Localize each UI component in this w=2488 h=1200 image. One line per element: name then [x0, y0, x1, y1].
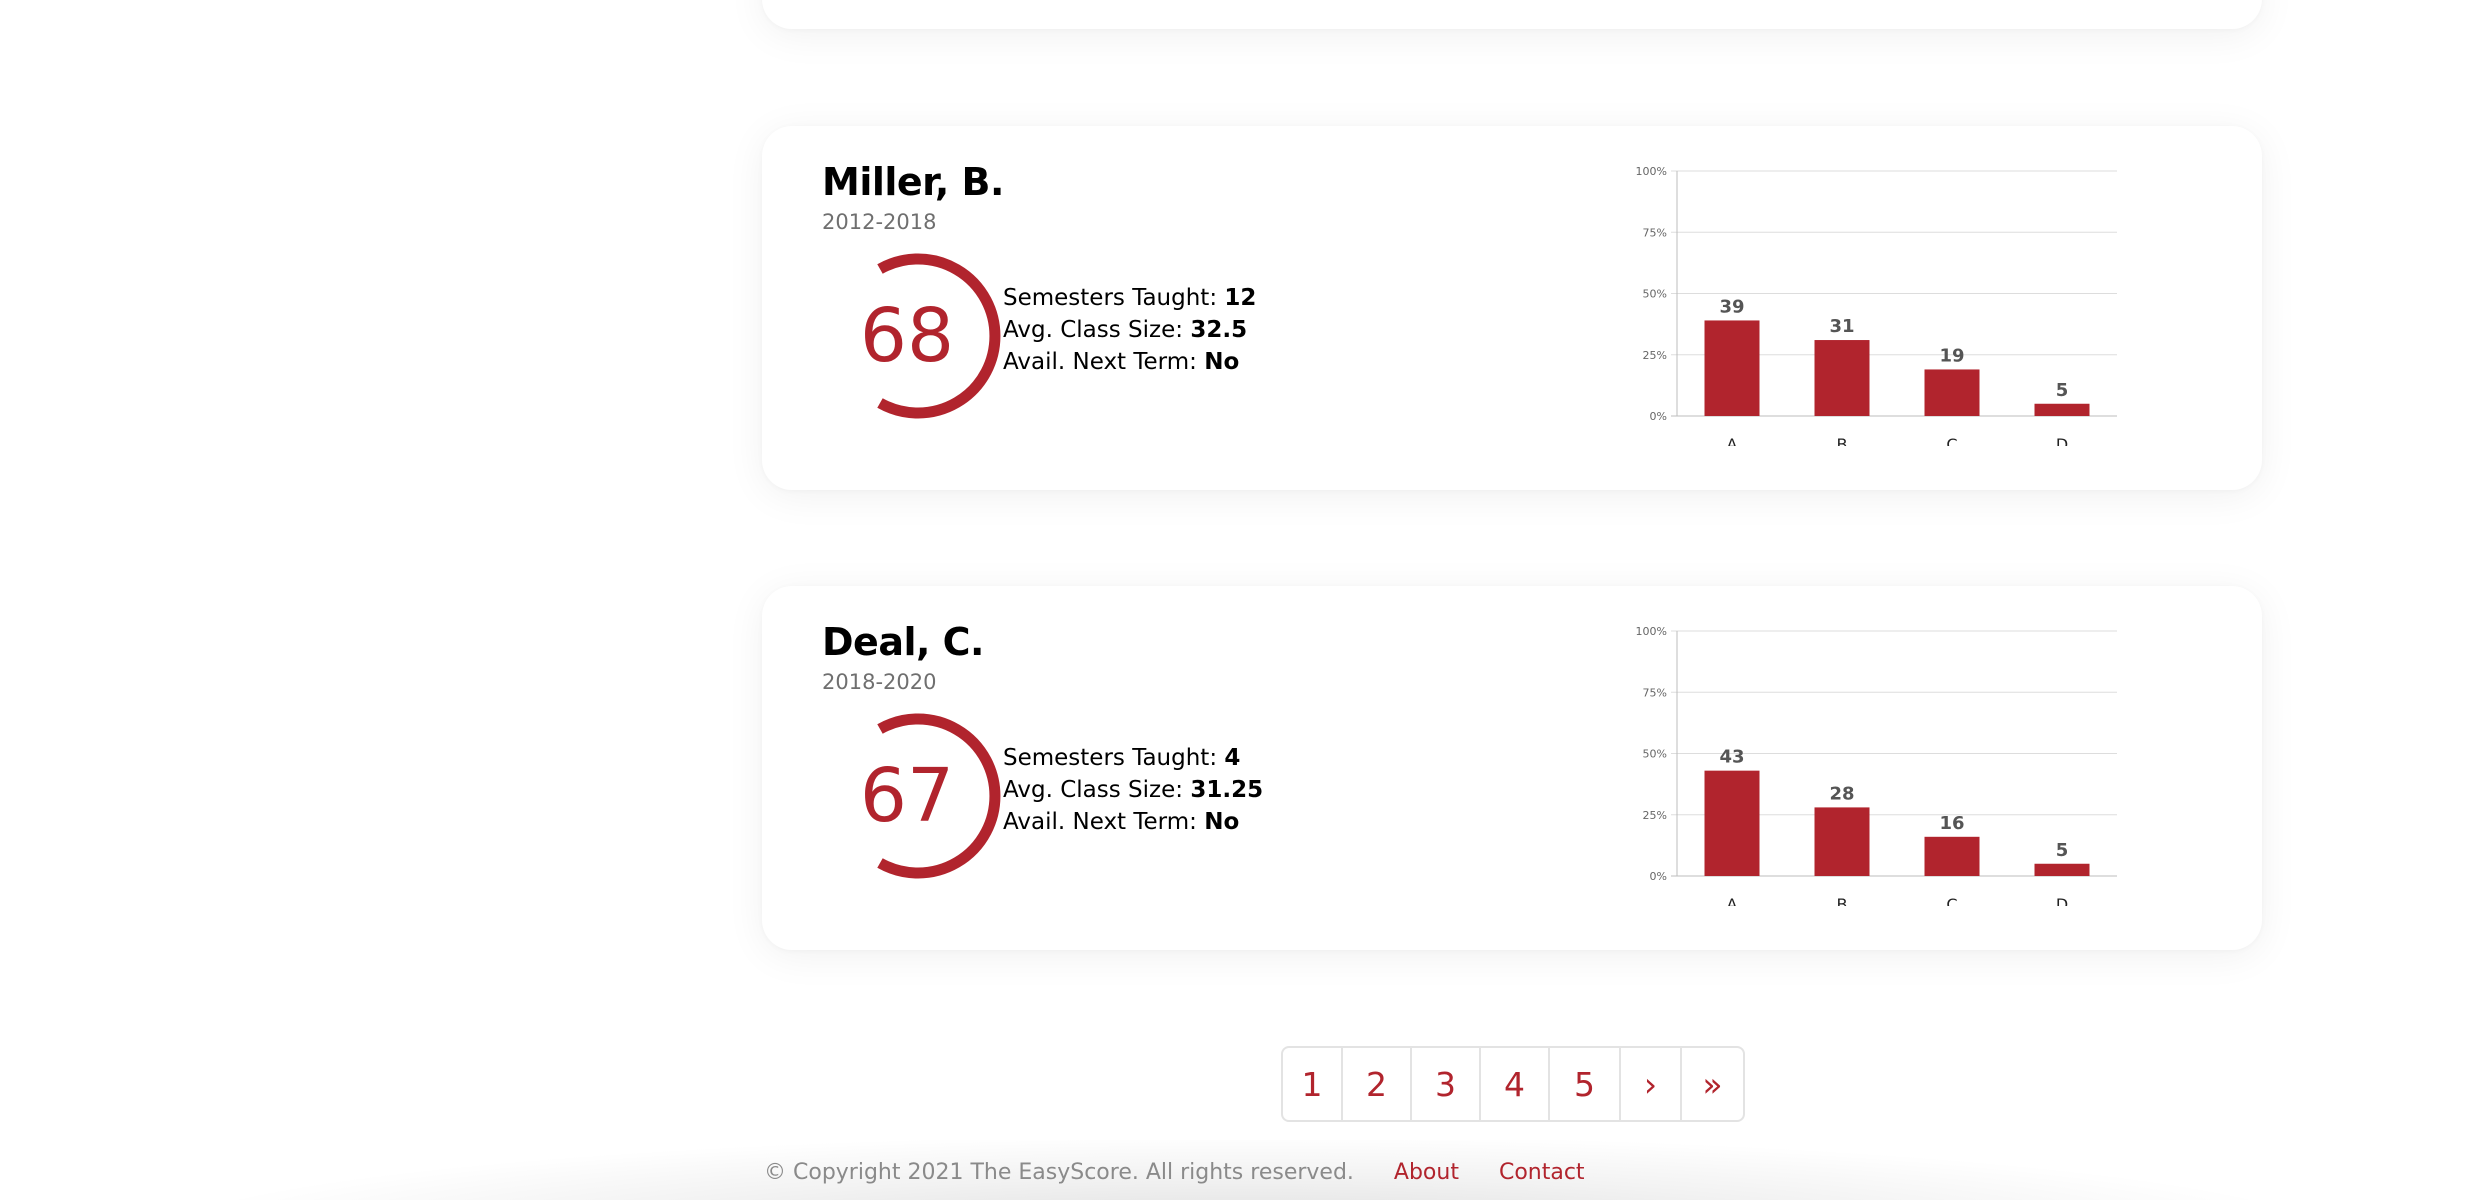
professor-card: Miller, B. 2012-2018 68 Semesters Taught… [762, 126, 2262, 490]
y-tick-label: 50% [1643, 288, 1667, 301]
grade-distribution-chart: 0% 25% 50% 75% 100% 43 A 28 B 16 C 5 D [1636, 625, 2117, 906]
stat-class-size-label: Avg. Class Size: [1003, 777, 1184, 803]
x-tick-label: C [1946, 435, 1957, 446]
stat-availability-label: Avail. Next Term: [1003, 809, 1197, 835]
professor-stats: Semesters Taught: 12 Avg. Class Size: 32… [1003, 282, 1256, 378]
bar-value-label: 31 [1829, 316, 1854, 337]
grade-distribution-chart: 0% 25% 50% 75% 100% 39 A 31 B 19 C 5 D [1636, 165, 2117, 446]
page-button-2[interactable]: 2 [1341, 1048, 1410, 1120]
easyscore-value: 68 [859, 293, 955, 379]
next-page-button[interactable]: › [1619, 1048, 1680, 1120]
contact-link[interactable]: Contact [1499, 1160, 1585, 1185]
y-tick-label: 75% [1643, 686, 1667, 699]
y-tick-label: 100% [1636, 625, 1667, 638]
bar-value-label: 5 [2056, 840, 2069, 861]
stat-semesters: Semesters Taught: 12 [1003, 282, 1256, 314]
stat-semesters-value: 12 [1224, 285, 1257, 311]
professor-years: 2018-2020 [822, 670, 937, 694]
x-tick-label: C [1946, 895, 1957, 906]
bar-d [2034, 403, 2090, 416]
y-tick-label: 75% [1643, 226, 1667, 239]
stat-availability: Avail. Next Term: No [1003, 806, 1263, 838]
stat-semesters: Semesters Taught: 4 [1003, 742, 1263, 774]
page-button-1[interactable]: 1 [1283, 1048, 1341, 1120]
page-button-3[interactable]: 3 [1410, 1048, 1479, 1120]
y-tick-label: 25% [1643, 349, 1667, 362]
bar-value-label: 39 [1719, 296, 1744, 317]
x-tick-label: D [2056, 895, 2068, 906]
y-tick-label: 25% [1643, 809, 1667, 822]
last-page-button[interactable]: » [1680, 1048, 1743, 1120]
easyscore-value: 67 [859, 753, 955, 839]
page-button-4[interactable]: 4 [1479, 1048, 1548, 1120]
professor-years: 2012-2018 [822, 210, 937, 234]
stat-availability-label: Avail. Next Term: [1003, 349, 1197, 375]
x-tick-label: B [1837, 895, 1848, 906]
stat-semesters-value: 4 [1224, 745, 1241, 771]
y-tick-label: 0% [1650, 870, 1667, 883]
professor-name[interactable]: Deal, C. [822, 620, 984, 664]
stat-availability-value: No [1204, 809, 1240, 835]
stat-class-size: Avg. Class Size: 32.5 [1003, 314, 1256, 346]
stat-class-size-value: 32.5 [1190, 317, 1248, 343]
bar-b [1814, 807, 1870, 876]
stat-availability: Avail. Next Term: No [1003, 346, 1256, 378]
bar-value-label: 16 [1939, 813, 1964, 834]
copyright-text: © Copyright 2021 The EasyScore. All righ… [764, 1160, 1354, 1185]
bar-a [1704, 320, 1760, 416]
professor-card: Deal, C. 2018-2020 67 Semesters Taught: … [762, 586, 2262, 950]
stat-class-size-value: 31.25 [1190, 777, 1264, 803]
page-button-5[interactable]: 5 [1548, 1048, 1619, 1120]
bar-b [1814, 340, 1870, 416]
stat-class-size: Avg. Class Size: 31.25 [1003, 774, 1263, 806]
bar-value-label: 5 [2056, 380, 2069, 401]
pagination: 1 2 3 4 5 › » [1281, 1046, 1745, 1122]
bar-a [1704, 770, 1760, 876]
footer: © Copyright 2021 The EasyScore. All righ… [764, 1160, 1585, 1185]
x-tick-label: A [1727, 435, 1738, 446]
professor-card-previous [762, 0, 2262, 29]
x-tick-label: D [2056, 435, 2068, 446]
y-tick-label: 100% [1636, 165, 1667, 178]
bar-c [1924, 836, 1980, 876]
bar-value-label: 43 [1719, 747, 1744, 768]
y-tick-label: 50% [1643, 748, 1667, 761]
stat-availability-value: No [1204, 349, 1240, 375]
x-tick-label: B [1837, 435, 1848, 446]
bar-d [2034, 863, 2090, 876]
bar-value-label: 28 [1829, 783, 1854, 804]
stat-class-size-label: Avg. Class Size: [1003, 317, 1184, 343]
bar-c [1924, 369, 1980, 416]
stat-semesters-label: Semesters Taught: [1003, 745, 1218, 771]
stat-semesters-label: Semesters Taught: [1003, 285, 1218, 311]
about-link[interactable]: About [1394, 1160, 1459, 1185]
bar-value-label: 19 [1939, 345, 1964, 366]
x-tick-label: A [1727, 895, 1738, 906]
professor-name[interactable]: Miller, B. [822, 160, 1004, 204]
professor-stats: Semesters Taught: 4 Avg. Class Size: 31.… [1003, 742, 1263, 838]
y-tick-label: 0% [1650, 410, 1667, 423]
page: Miller, B. 2012-2018 68 Semesters Taught… [0, 0, 2488, 1200]
